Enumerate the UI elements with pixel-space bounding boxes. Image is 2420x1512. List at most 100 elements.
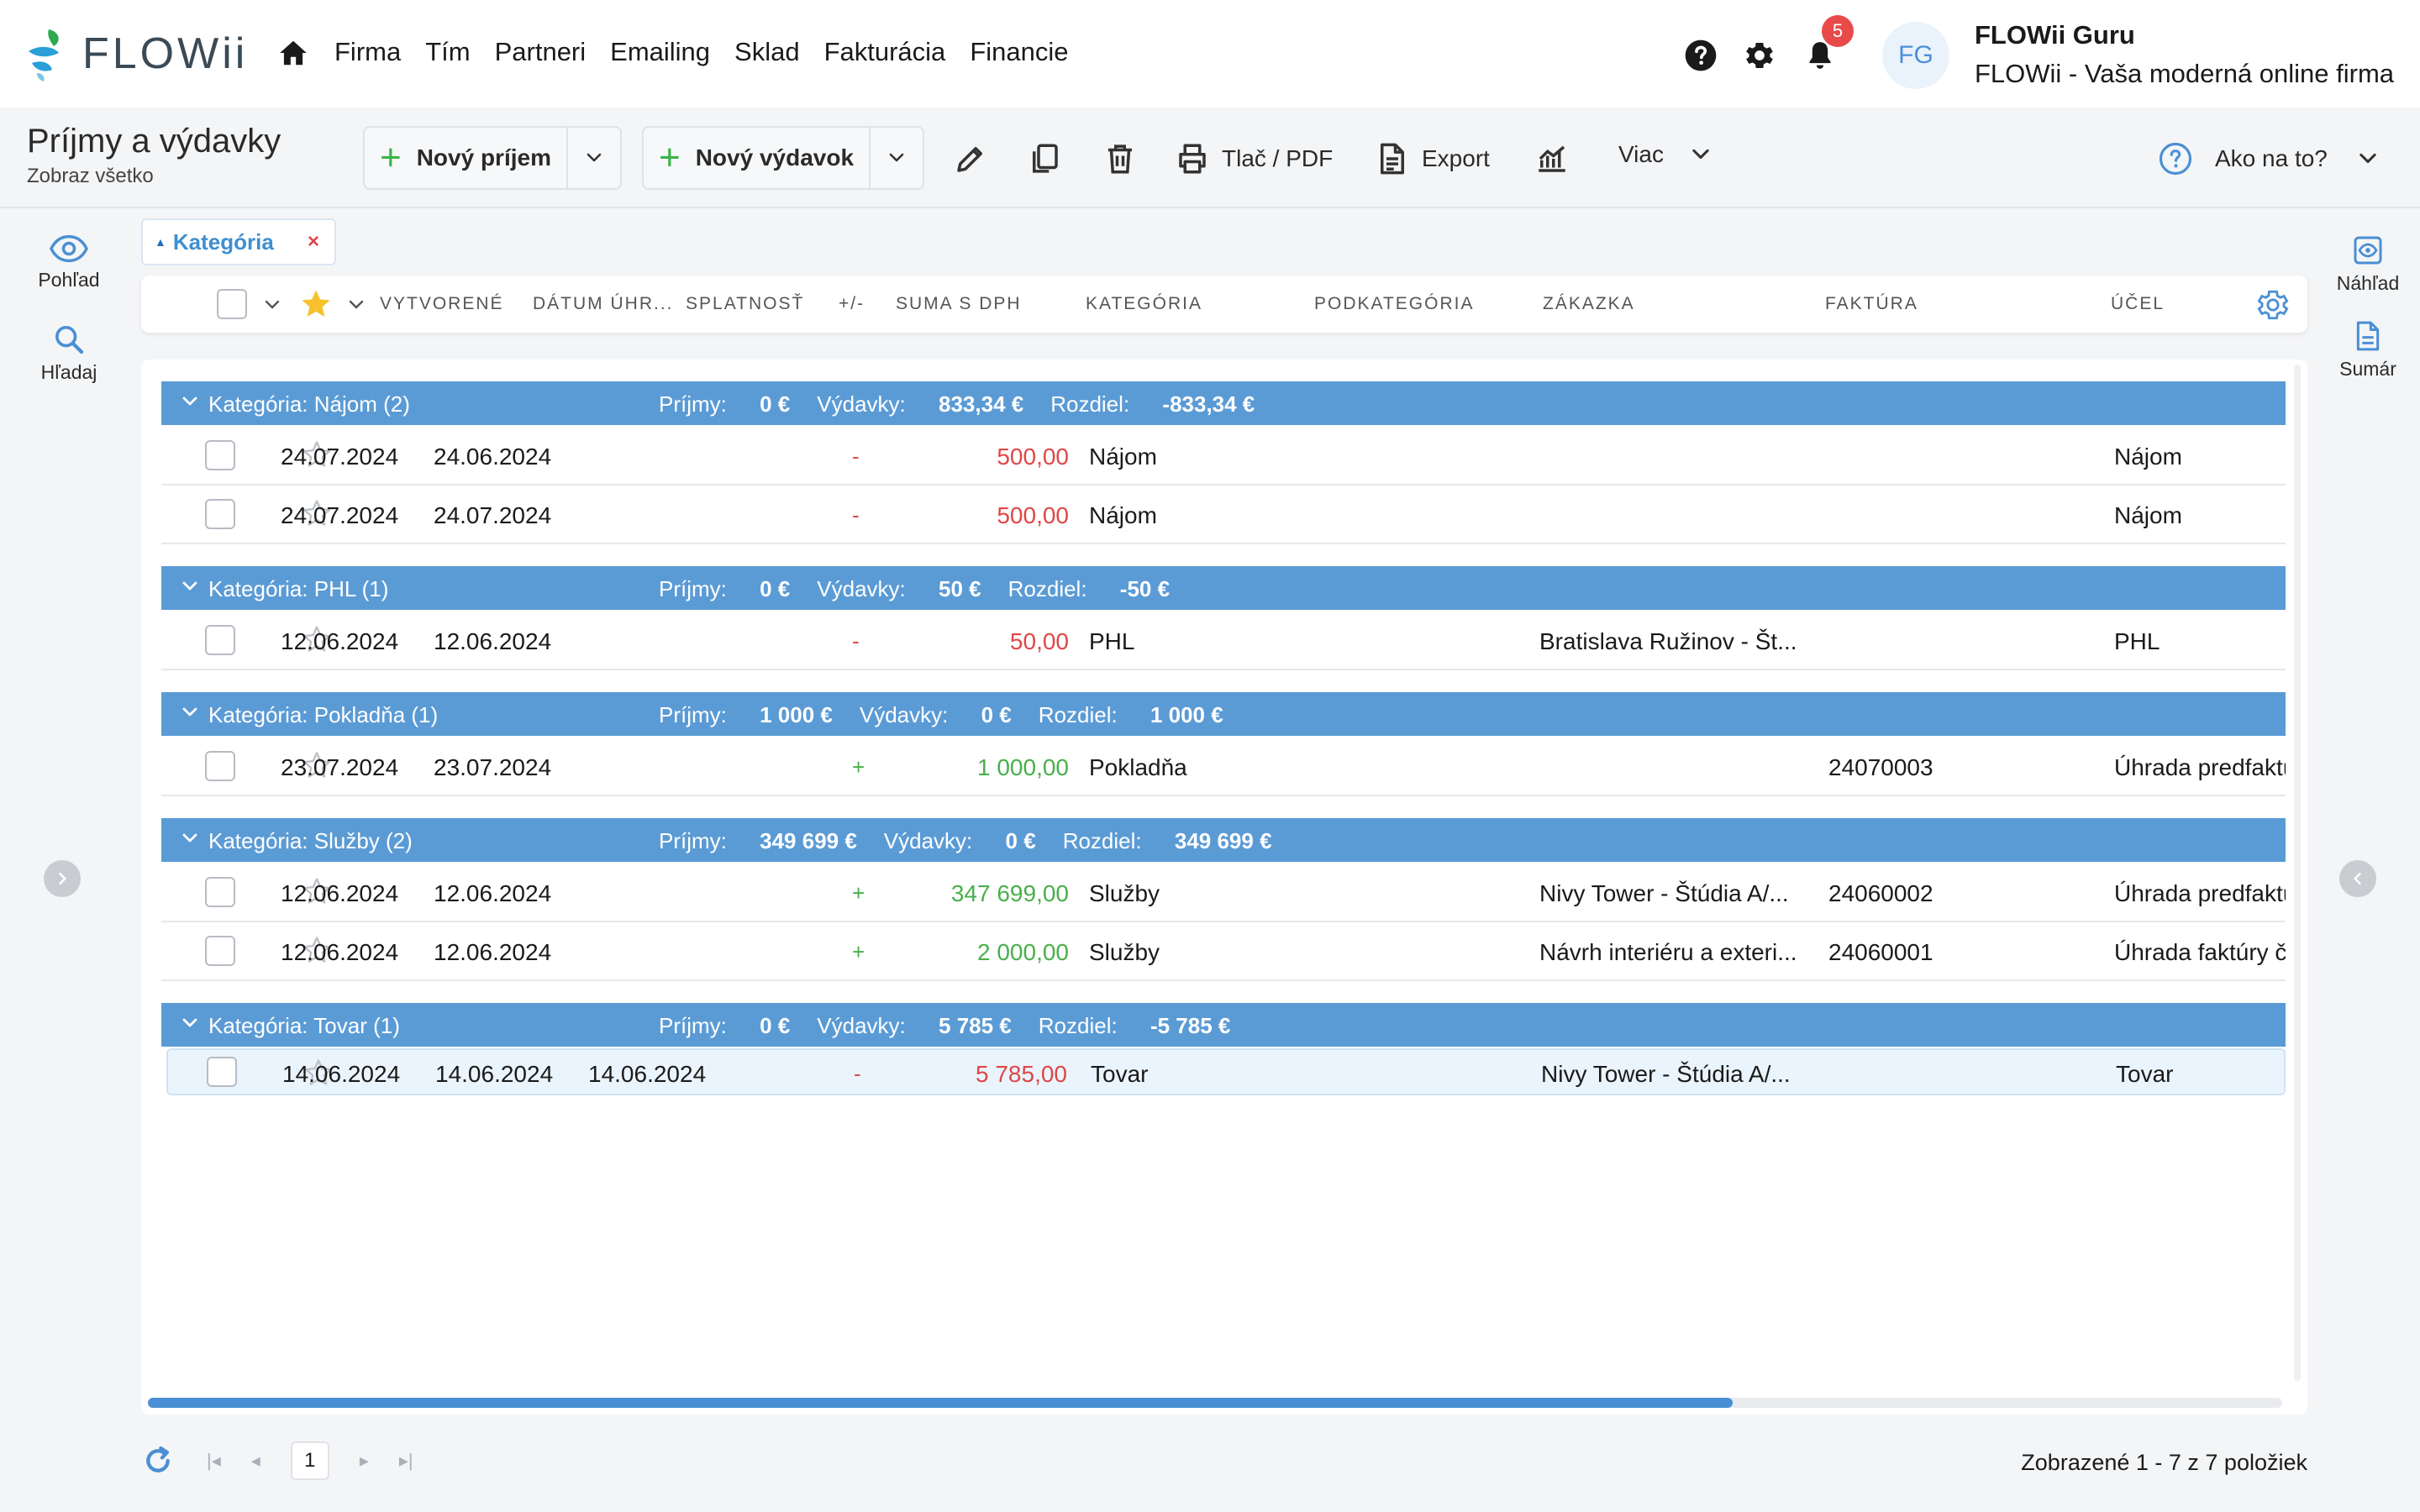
group-header[interactable]: Kategória: Pokladňa (1) Príjmy: 1 000 € Vý…: [161, 692, 2286, 736]
home-icon[interactable]: [277, 37, 309, 69]
table-row[interactable]: 24.07.2024 24.06.2024 - 500,00 Nájom Nájom: [161, 427, 2286, 486]
chevron-down-icon[interactable]: [180, 1013, 200, 1033]
summary-document-icon: [2356, 321, 2380, 351]
table-row[interactable]: 12.06.2024 12.06.2024 - 50,00 PHL Bratislava …: [161, 612, 2286, 670]
table-row[interactable]: 23.07.2024 23.07.2024 +1 000,00 Pokladňa 240…: [161, 738, 2286, 796]
group-summary: Príjmy: 349 699 € Výdavky: 0 € Rozdiel: 34…: [659, 828, 1299, 854]
row-checkbox[interactable]: [205, 936, 235, 966]
chevron-down-icon: [587, 153, 602, 162]
prev-page-icon[interactable]: ◂: [251, 1450, 260, 1472]
table-row[interactable]: 12.06.2024 12.06.2024 +347 699,00 Služby Niv…: [161, 864, 2286, 922]
analytics-button[interactable]: [1534, 141, 1570, 176]
nav-item-tim[interactable]: Tím: [425, 37, 470, 67]
horizontal-scrollbar-thumb[interactable]: [148, 1398, 1733, 1408]
table-row[interactable]: 24.07.2024 24.07.2024 - 500,00 Nájom Nájom: [161, 486, 2286, 544]
group-header[interactable]: Kategória: Nájom (2) Príjmy: 0 € Výdavky: …: [161, 381, 2286, 425]
preview-icon: [2354, 236, 2382, 265]
nav-item-financie[interactable]: Financie: [970, 37, 1068, 67]
table-row[interactable]: 14.06.2024 14.06.2024 14.06.2024 - 5 785,00 T…: [166, 1048, 2286, 1095]
column-header-paid[interactable]: DÁTUM ÚHR...: [533, 294, 674, 314]
column-header-invoice[interactable]: FAKTÚRA: [1825, 294, 1918, 314]
settings-gear-icon[interactable]: [1743, 39, 1776, 72]
group-header[interactable]: Kategória: Služby (2) Príjmy: 349 699 € Vý…: [161, 818, 2286, 862]
page-filter-subtitle[interactable]: Zobraz všetko: [27, 165, 154, 188]
star-filled-icon[interactable]: [299, 287, 333, 321]
chevron-down-icon[interactable]: [180, 391, 200, 412]
view-panel-button[interactable]: Pohľad: [27, 234, 111, 291]
row-checkbox[interactable]: [205, 625, 235, 655]
cell-paid: 12.06.2024: [434, 880, 552, 906]
nav-item-firma[interactable]: Firma: [334, 37, 401, 67]
expand-left-panel-button[interactable]: [44, 860, 81, 897]
column-header-purpose[interactable]: ÚČEL: [2111, 294, 2165, 314]
chevron-down-icon: [1692, 149, 1709, 160]
column-header-category[interactable]: KATEGÓRIA: [1086, 294, 1202, 314]
user-avatar[interactable]: FG: [1882, 22, 1949, 89]
main-nav: Firma Tím Partneri Emailing Sklad Faktur…: [334, 37, 1093, 67]
flowii-logo[interactable]: FLOWii: [25, 25, 248, 82]
column-header-order[interactable]: ZÁKAZKA: [1543, 294, 1635, 314]
summary-panel-button[interactable]: Sumár: [2326, 319, 2410, 381]
document-icon: [1381, 143, 1404, 175]
table-row[interactable]: 12.06.2024 12.06.2024 +2 000,00 Služby Návrh…: [161, 922, 2286, 981]
remove-chip-icon[interactable]: ×: [308, 230, 319, 254]
nav-item-emailing[interactable]: Emailing: [610, 37, 710, 67]
nav-item-sklad[interactable]: Sklad: [734, 37, 800, 67]
first-page-icon[interactable]: |◂: [207, 1450, 221, 1472]
row-checkbox[interactable]: [205, 440, 235, 470]
horizontal-scrollbar[interactable]: [148, 1398, 2282, 1408]
new-income-button[interactable]: + Nový príjem: [365, 128, 569, 188]
user-name[interactable]: FLOWii Guru: [1975, 20, 2135, 50]
column-header-created[interactable]: VYTVORENÉ: [380, 294, 504, 314]
current-page[interactable]: 1: [290, 1441, 329, 1480]
search-panel-button[interactable]: Hľadaj: [27, 323, 111, 384]
chevron-down-icon[interactable]: [180, 576, 200, 596]
cell-order: Nivy Tower - Štúdia A/...: [1541, 1061, 1791, 1087]
vertical-scrollbar[interactable]: [2294, 365, 2301, 1381]
group-header[interactable]: Kategória: Tovar (1) Príjmy: 0 € Výdavky: …: [161, 1003, 2286, 1047]
chevron-down-icon[interactable]: [180, 702, 200, 722]
chevron-down-icon[interactable]: [346, 294, 366, 314]
view-label: Pohľad: [38, 269, 100, 291]
row-checkbox[interactable]: [205, 877, 235, 907]
row-checkbox[interactable]: [205, 499, 235, 529]
column-header-sign[interactable]: +/-: [839, 294, 865, 314]
cell-sign: +: [852, 880, 865, 906]
help-circle-icon[interactable]: [1684, 39, 1718, 72]
edit-button[interactable]: [953, 141, 988, 176]
select-all-checkbox[interactable]: [217, 289, 247, 319]
nav-item-partneri[interactable]: Partneri: [495, 37, 587, 67]
new-income-dropdown-button[interactable]: [568, 128, 620, 188]
chevron-down-icon[interactable]: [180, 828, 200, 848]
new-income-split-button: + Nový príjem: [363, 126, 622, 190]
group-by-category-chip[interactable]: ▲ Kategória ×: [141, 218, 336, 265]
column-header-subcategory[interactable]: PODKATEGÓRIA: [1314, 294, 1474, 314]
chevron-down-icon[interactable]: [262, 294, 282, 314]
row-checkbox[interactable]: [207, 1057, 237, 1087]
group-header[interactable]: Kategória: PHL (1) Príjmy: 0 € Výdavky: 50…: [161, 566, 2286, 610]
chip-label: Kategória: [172, 228, 274, 255]
nav-item-fakturacia[interactable]: Fakturácia: [824, 37, 946, 67]
delete-button[interactable]: [1102, 141, 1138, 176]
help-howto-dropdown[interactable]: Ako na to?: [2158, 141, 2380, 176]
preview-panel-button[interactable]: Náhľad: [2326, 234, 2410, 295]
sort-asc-icon: ▲: [155, 235, 166, 249]
duplicate-button[interactable]: [1027, 141, 1062, 176]
new-expense-dropdown-button[interactable]: [871, 128, 923, 188]
row-checkbox[interactable]: [205, 751, 235, 781]
refresh-icon[interactable]: [141, 1444, 175, 1478]
column-header-amount[interactable]: SUMA S DPH: [896, 294, 1022, 314]
export-button[interactable]: Export: [1375, 141, 1490, 176]
column-header-due[interactable]: SPLATNOSŤ: [686, 294, 804, 314]
last-page-icon[interactable]: ▸|: [399, 1450, 413, 1472]
next-page-icon[interactable]: ▸: [360, 1450, 369, 1472]
more-dropdown[interactable]: Viac: [1608, 141, 1712, 168]
new-expense-button[interactable]: + Nový výdavok: [644, 128, 871, 188]
group-expense: Výdavky: 0 €: [859, 702, 1012, 727]
chevron-down-icon: [2360, 153, 2376, 164]
print-pdf-button[interactable]: Tlač / PDF: [1175, 141, 1333, 176]
expand-right-panel-button[interactable]: [2339, 860, 2376, 897]
group-diff: Rozdiel: -833,34 €: [1050, 391, 1255, 417]
table-header: VYTVORENÉ DÁTUM ÚHR... SPLATNOSŤ +/- SUM…: [141, 276, 2307, 333]
column-settings-gear-icon[interactable]: [2255, 287, 2291, 323]
